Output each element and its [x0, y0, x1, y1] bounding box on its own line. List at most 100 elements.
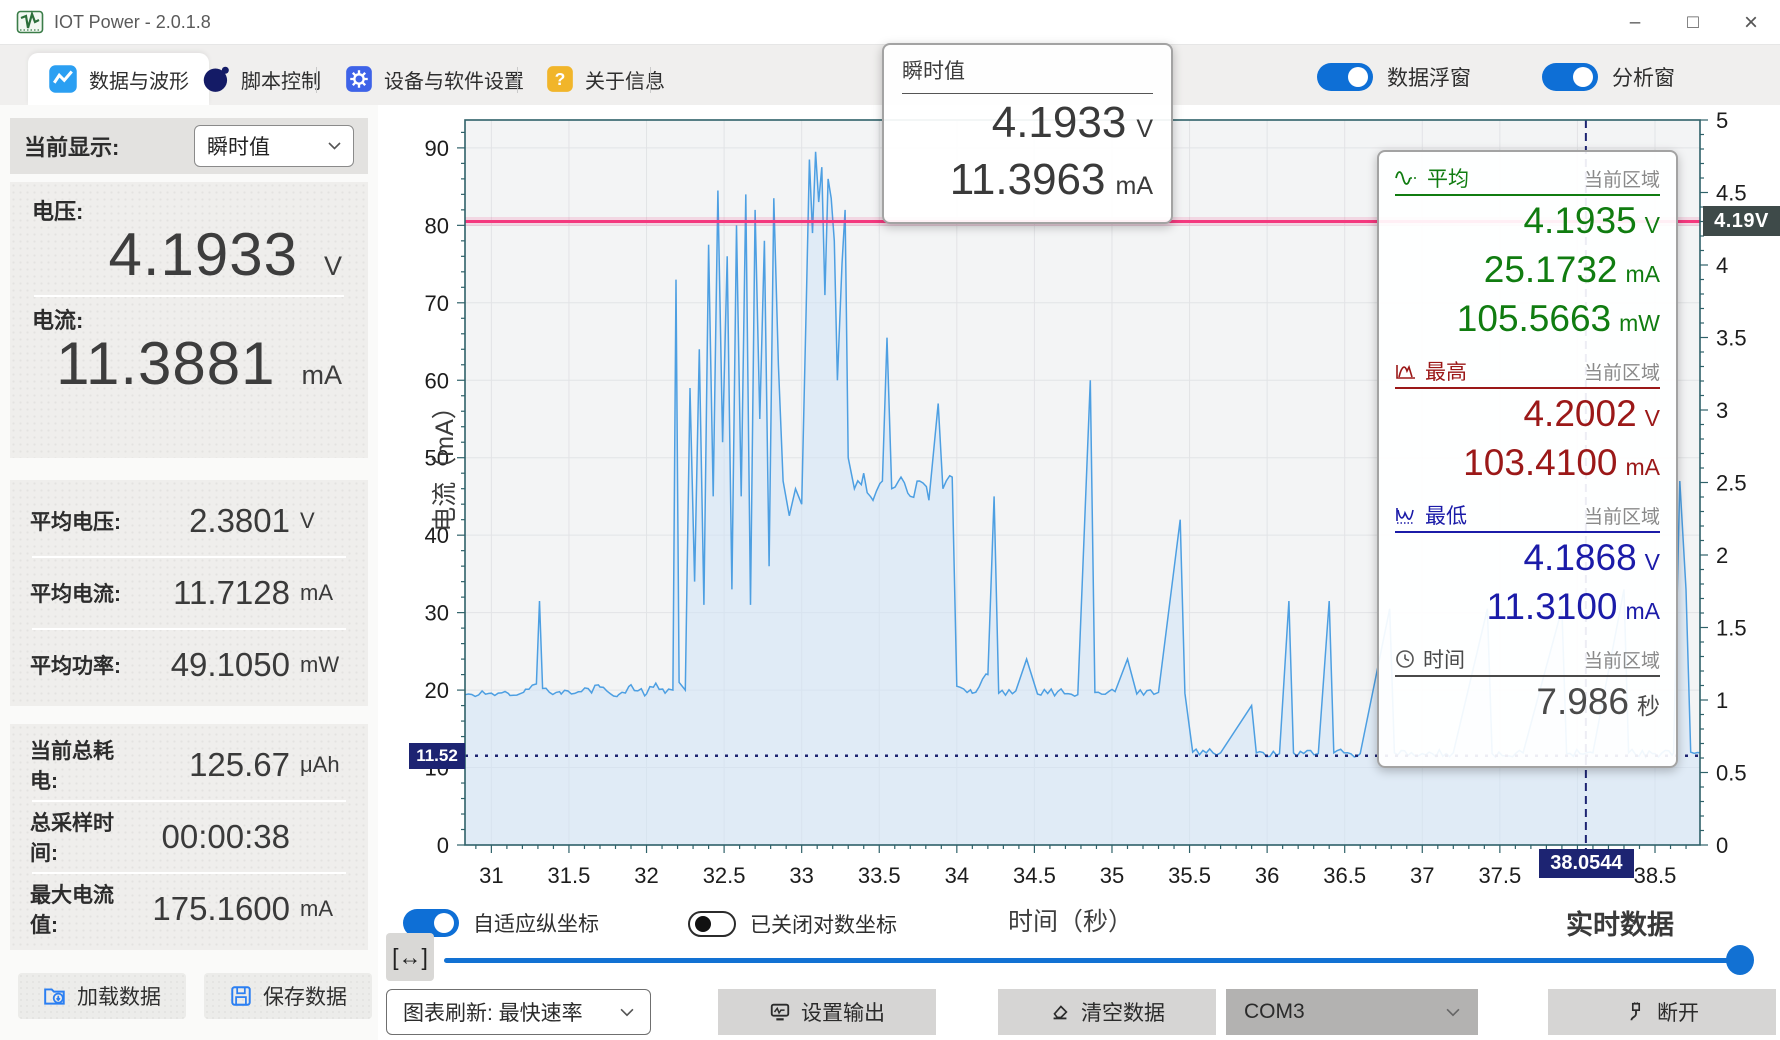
divider [1395, 675, 1660, 677]
fit-range-button[interactable]: [↔] [386, 933, 434, 981]
svg-text:5: 5 [1716, 108, 1728, 133]
chevron-down-icon [1446, 1008, 1460, 1017]
svg-text:70: 70 [425, 291, 449, 316]
display-mode-select[interactable]: 瞬时值 [194, 125, 354, 167]
analysis-toggle-label: 分析窗 [1612, 62, 1675, 92]
tab-about[interactable]: ? 关于信息 [526, 53, 685, 105]
svg-text:3: 3 [1716, 398, 1728, 423]
stat-unit: V [290, 508, 348, 534]
clear-data-label: 清空数据 [1081, 997, 1165, 1027]
instant-value-float-panel: 瞬时值 4.1933 V 11.3963 mA [882, 43, 1173, 224]
svg-text:0.5: 0.5 [1716, 761, 1747, 786]
stat-value: 49.1050 [140, 646, 290, 684]
chart-refresh-value: 图表刷新: 最快速率 [403, 997, 583, 1027]
min-voltage-value: 4.1868 [1523, 537, 1636, 579]
divider [1395, 194, 1660, 196]
section-name: 最低 [1425, 500, 1467, 530]
display-mode-value: 瞬时值 [207, 131, 270, 161]
load-data-label: 加载数据 [77, 981, 161, 1011]
com-port-select[interactable]: COM3 [1226, 989, 1478, 1035]
minimize-button[interactable]: – [1606, 0, 1664, 45]
load-data-button[interactable]: 加载数据 [18, 973, 186, 1019]
save-data-button[interactable]: 保存数据 [204, 973, 372, 1019]
stat-label: 平均电压: [30, 506, 140, 536]
title-bar: IOT Power - 2.0.1.8 – □ × [0, 0, 1780, 45]
y-axis-left-title: 电流（mA） [425, 394, 461, 532]
section-scope: 当前区域 [1584, 502, 1660, 529]
section-scope: 当前区域 [1584, 358, 1660, 385]
voltage-unit: V [324, 251, 342, 282]
waveform-tab-icon [48, 64, 78, 94]
float-voltage-unit: V [1136, 115, 1153, 144]
stat-unit: μAh [290, 752, 348, 778]
toggle-knob [695, 916, 711, 932]
svg-text:33.5: 33.5 [858, 863, 901, 888]
svg-text:?: ? [555, 69, 566, 89]
disconnect-label: 断开 [1657, 997, 1699, 1027]
time-range-slider-track[interactable] [444, 958, 1744, 963]
unit: mA [1626, 598, 1661, 625]
svg-text:32.5: 32.5 [703, 863, 746, 888]
clear-data-button[interactable]: 清空数据 [998, 989, 1216, 1035]
svg-text:0: 0 [437, 833, 449, 858]
stat-label: 平均功率: [30, 650, 140, 680]
tab-device-settings[interactable]: 设备与软件设置 [325, 53, 544, 105]
stat-label: 总采样时间: [30, 807, 140, 867]
section-scope: 当前区域 [1584, 646, 1660, 673]
help-icon: ? [546, 65, 574, 93]
unit: V [1645, 405, 1660, 432]
svg-text:60: 60 [425, 368, 449, 393]
display-mode-label: 当前显示: [24, 130, 119, 162]
unit: V [1645, 549, 1660, 576]
svg-text:32: 32 [634, 863, 658, 888]
svg-text:80: 80 [425, 213, 449, 238]
clock-icon [1395, 649, 1415, 669]
avg-power-value: 105.5663 [1457, 298, 1611, 340]
svg-text:38.5: 38.5 [1634, 863, 1677, 888]
divider [1395, 387, 1660, 389]
set-output-label: 设置输出 [801, 997, 885, 1027]
stat-value: 11.7128 [140, 574, 290, 612]
close-button[interactable]: × [1722, 0, 1780, 45]
svg-text:1: 1 [1716, 688, 1728, 713]
avg-current-value: 25.1732 [1484, 249, 1618, 291]
stat-value: 125.67 [140, 746, 290, 784]
gear-icon [345, 65, 373, 93]
divider [902, 93, 1153, 94]
section-name: 平均 [1427, 163, 1469, 193]
data-float-toggle-label: 数据浮窗 [1387, 62, 1471, 92]
divider [1395, 531, 1660, 533]
autoscale-toggle-label: 自适应纵坐标 [473, 908, 599, 938]
svg-text:35: 35 [1100, 863, 1124, 888]
log-scale-toggle[interactable] [688, 911, 736, 937]
save-data-icon [229, 984, 253, 1008]
script-tab-icon [202, 65, 230, 93]
svg-text:34.5: 34.5 [1013, 863, 1056, 888]
stat-label: 最大电流值: [30, 879, 140, 939]
chart-refresh-select[interactable]: 图表刷新: 最快速率 [386, 989, 651, 1035]
set-output-icon [769, 1001, 791, 1023]
voltage-ref-badge: 4.19V [1703, 206, 1780, 236]
time-range-slider-handle[interactable] [1726, 945, 1754, 975]
set-output-button[interactable]: 设置输出 [718, 989, 936, 1035]
tab-separator [517, 67, 518, 93]
realtime-data-label: 实时数据 [1566, 903, 1674, 942]
svg-text:37: 37 [1410, 863, 1434, 888]
average-icon [1395, 169, 1419, 187]
analysis-toggle[interactable] [1542, 63, 1598, 91]
current-unit: mA [302, 360, 343, 391]
tab-label: 设备与软件设置 [384, 65, 524, 94]
log-scale-toggle-label: 已关闭对数坐标 [750, 909, 897, 939]
tab-separator [650, 67, 651, 93]
instant-values-card: 电压: 4.1933 V 电流: 11.3881 mA [10, 182, 368, 458]
data-float-toggle[interactable] [1317, 63, 1373, 91]
svg-text:1.5: 1.5 [1716, 616, 1747, 641]
tab-label: 脚本控制 [241, 65, 321, 94]
svg-text:33: 33 [789, 863, 813, 888]
svg-text:2.5: 2.5 [1716, 471, 1747, 496]
maximize-button[interactable]: □ [1664, 0, 1722, 45]
tab-script-control[interactable]: 脚本控制 [182, 53, 341, 105]
unit: V [1645, 212, 1660, 239]
unit: 秒 [1637, 687, 1660, 721]
disconnect-button[interactable]: 断开 [1548, 989, 1776, 1035]
